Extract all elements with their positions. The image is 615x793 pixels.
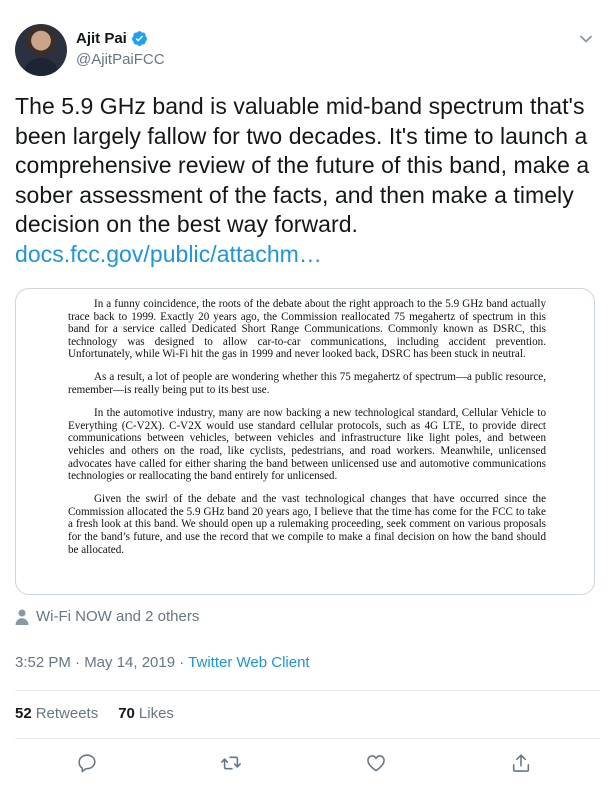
client-link[interactable]: Twitter Web Client [188, 654, 309, 671]
retweet-icon[interactable] [220, 752, 242, 774]
document-paragraph: As a result, a lot of people are wonderi… [68, 371, 546, 397]
document-paragraph: Given the swirl of the debate and the va… [68, 493, 546, 556]
share-icon[interactable] [510, 752, 532, 774]
retweets-count: 52 [15, 705, 32, 722]
chevron-down-icon[interactable] [579, 33, 593, 45]
reply-icon[interactable] [76, 752, 98, 774]
document-text: In a funny coincidence, the roots of the… [68, 298, 546, 567]
verified-badge-icon [131, 31, 147, 46]
timestamp[interactable]: 3:52 PM · May 14, 2019 · [15, 654, 188, 671]
tweet-body: The 5.9 GHz band is valuable mid-band sp… [15, 93, 590, 237]
engagement-stats: 52 Retweets 70 Likes [15, 705, 174, 722]
divider [15, 738, 600, 739]
retweets-stat[interactable]: 52 Retweets [15, 705, 98, 722]
attached-document-image[interactable]: In a funny coincidence, the roots of the… [15, 288, 595, 595]
tweet-link[interactable]: docs.fcc.gov/public/attachm… [15, 241, 322, 267]
likes-label: Likes [138, 705, 174, 722]
tagged-users[interactable]: Wi-Fi NOW and 2 others [15, 608, 199, 625]
retweets-label: Retweets [35, 705, 99, 722]
display-name[interactable]: Ajit Pai [76, 30, 127, 47]
avatar[interactable] [15, 24, 67, 76]
tweet-meta: 3:52 PM · May 14, 2019 · Twitter Web Cli… [15, 654, 310, 671]
author-handle[interactable]: @AjitPaiFCC [76, 51, 165, 68]
author-name-row[interactable]: Ajit Pai [76, 30, 148, 47]
likes-stat[interactable]: 70 Likes [118, 705, 174, 722]
action-bar [0, 752, 615, 774]
tagged-users-label[interactable]: Wi-Fi NOW and 2 others [36, 608, 199, 625]
divider [15, 690, 600, 691]
like-icon[interactable] [365, 752, 387, 774]
person-icon [15, 609, 29, 625]
document-paragraph: In the automotive industry, many are now… [68, 407, 546, 483]
tweet-text: The 5.9 GHz band is valuable mid-band sp… [15, 92, 600, 269]
tweet: Ajit Pai @AjitPaiFCC The 5.9 GHz band is… [0, 0, 615, 793]
likes-count: 70 [118, 705, 135, 722]
document-paragraph: In a funny coincidence, the roots of the… [68, 298, 546, 361]
